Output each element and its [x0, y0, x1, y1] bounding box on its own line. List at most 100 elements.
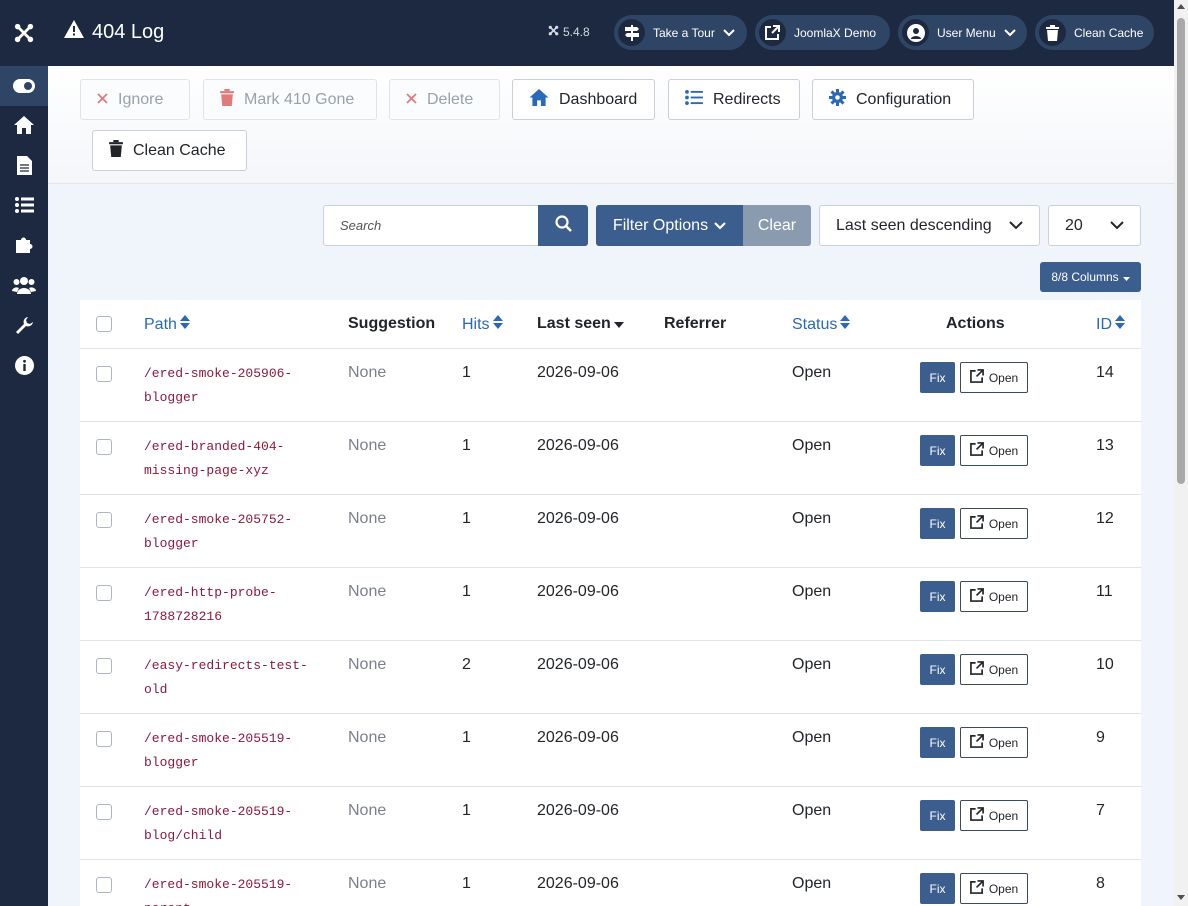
last-seen-cell: 2026-09-06 [537, 364, 619, 381]
suggestion-cell: None [348, 583, 387, 600]
home-icon[interactable] [0, 105, 48, 145]
close-icon [406, 91, 417, 109]
sort-icon [492, 315, 503, 334]
puzzle-icon[interactable] [0, 225, 48, 265]
path-link[interactable]: /easy-redirects-test- old [144, 654, 314, 702]
file-icon[interactable] [0, 145, 48, 185]
fix-button[interactable]: Fix [920, 581, 955, 612]
table-row: /ered-smoke-205519- parent None 1 2026-0… [80, 860, 1141, 906]
scroll-down-arrow-icon[interactable] [1177, 895, 1185, 900]
select-all-checkbox[interactable] [96, 316, 112, 332]
hits-cell: 1 [462, 364, 471, 381]
fix-button[interactable]: Fix [920, 362, 955, 393]
id-cell: 12 [1096, 510, 1114, 527]
page-scrollbar[interactable] [1174, 0, 1188, 906]
scroll-up-arrow-icon[interactable] [1177, 4, 1185, 9]
dashboard-label: Dashboard [559, 90, 638, 108]
fix-button[interactable]: Fix [920, 727, 955, 758]
clean-cache-button[interactable]: Clean Cache [92, 130, 247, 171]
mark-410-gone-button[interactable]: Mark 410 Gone [203, 79, 377, 120]
redirects-button[interactable]: Redirects [668, 79, 800, 120]
row-checkbox[interactable] [96, 585, 112, 601]
suggestion-cell: None [348, 364, 387, 381]
row-checkbox[interactable] [96, 731, 112, 747]
columns-button[interactable]: 8/8 Columns [1040, 262, 1141, 292]
row-checkbox[interactable] [96, 366, 112, 382]
path-link[interactable]: /ered-smoke-205519- blog/child [144, 800, 314, 848]
dashboard-button[interactable]: Dashboard [512, 79, 655, 120]
row-checkbox[interactable] [96, 877, 112, 893]
take-a-tour-label: Take a Tour [653, 25, 715, 40]
path-link[interactable]: /ered-smoke-205906- blogger [144, 362, 314, 410]
sort-status-header[interactable]: Status [792, 315, 851, 334]
suggestion-header-label: Suggestion [348, 315, 436, 332]
ordering-select[interactable]: Last seen descending [819, 205, 1040, 246]
suggestion-header: Suggestion [348, 315, 435, 333]
open-button[interactable]: Open [960, 362, 1028, 393]
joomlax-demo-button[interactable]: JoomlaX Demo [755, 15, 890, 50]
search-input[interactable]: Search [323, 205, 539, 246]
open-button[interactable]: Open [960, 654, 1028, 685]
open-button[interactable]: Open [960, 873, 1028, 904]
version-label: 5.4.8 [548, 25, 590, 39]
take-a-tour-button[interactable]: Take a Tour [614, 15, 747, 50]
fix-button[interactable]: Fix [920, 654, 955, 685]
row-checkbox[interactable] [96, 658, 112, 674]
status-cell: Open [792, 802, 832, 819]
search-button[interactable] [538, 205, 588, 246]
header-clean-cache-button[interactable]: Clean Cache [1035, 15, 1154, 50]
path-header-label: Path [144, 315, 177, 333]
suggestion-cell: None [348, 729, 387, 746]
path-link[interactable]: /ered-smoke-205519- blogger [144, 727, 314, 775]
path-link[interactable]: /ered-branded-404- missing-page-xyz [144, 435, 314, 483]
fix-button[interactable]: Fix [920, 873, 955, 904]
open-label: Open [988, 735, 1019, 750]
info-icon[interactable] [0, 345, 48, 385]
sort-id-header[interactable]: ID [1096, 315, 1125, 334]
sort-icon [840, 315, 851, 334]
wrench-icon[interactable] [0, 305, 48, 345]
row-checkbox[interactable] [96, 804, 112, 820]
path-link[interactable]: /ered-smoke-205752- blogger [144, 508, 314, 556]
open-button[interactable]: Open [960, 508, 1028, 539]
user-menu-label: User Menu [937, 25, 996, 40]
user-menu-button[interactable]: User Menu [898, 15, 1027, 50]
hits-cell: 1 [462, 729, 471, 746]
open-button[interactable]: Open [960, 435, 1028, 466]
open-button[interactable]: Open [960, 581, 1028, 612]
limit-select[interactable]: 20 [1048, 205, 1141, 246]
toggle-menu-icon[interactable] [0, 66, 48, 106]
scrollbar-thumb[interactable] [1177, 18, 1185, 484]
clear-button[interactable]: Clear [743, 205, 811, 246]
sort-last-seen-header[interactable]: Last seen [537, 315, 624, 333]
toolbar: Ignore Mark 410 Gone Delete Dashboard Re… [48, 66, 1174, 184]
configuration-button[interactable]: Configuration [812, 79, 974, 120]
delete-button[interactable]: Delete [389, 79, 500, 120]
path-link[interactable]: /ered-smoke-205519- parent [144, 873, 314, 906]
table-row: /ered-smoke-205519- blog/child None 1 20… [80, 787, 1141, 860]
delete-label: Delete [427, 90, 474, 108]
joomla-logo-icon[interactable] [0, 0, 48, 66]
filter-options-button[interactable]: Filter Options [596, 205, 743, 246]
open-button[interactable]: Open [960, 800, 1028, 831]
home-icon [529, 88, 549, 111]
row-checkbox[interactable] [96, 439, 112, 455]
suggestion-cell: None [348, 802, 387, 819]
fix-button[interactable]: Fix [920, 508, 955, 539]
trash-icon [109, 139, 123, 162]
sort-hits-header[interactable]: Hits [462, 315, 503, 334]
row-checkbox[interactable] [96, 512, 112, 528]
open-button[interactable]: Open [960, 727, 1028, 758]
status-header-label: Status [792, 315, 838, 333]
sort-path-header[interactable]: Path [144, 315, 190, 334]
external-link-icon [969, 588, 984, 605]
chevron-down-icon [1094, 206, 1140, 245]
fix-button[interactable]: Fix [920, 435, 955, 466]
mark-410-gone-label: Mark 410 Gone [244, 90, 355, 108]
path-link[interactable]: /ered-http-probe- 1788728216 [144, 581, 314, 629]
status-cell: Open [792, 729, 832, 746]
list-icon[interactable] [0, 185, 48, 225]
users-icon[interactable] [0, 265, 48, 305]
ignore-button[interactable]: Ignore [80, 79, 190, 120]
fix-button[interactable]: Fix [920, 800, 955, 831]
